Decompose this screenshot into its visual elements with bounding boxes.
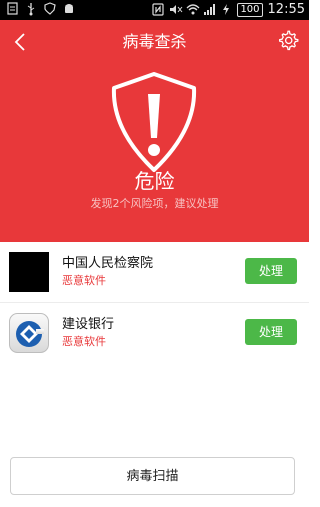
usb-icon xyxy=(25,2,37,16)
clock: 12:55 xyxy=(267,2,305,17)
black-square-app-icon xyxy=(9,252,49,292)
virus-scan-button[interactable]: 病毒扫描 xyxy=(10,457,295,495)
handle-button[interactable]: 处理 xyxy=(245,258,297,284)
risk-item: 中国人民检察院 恶意软件 处理 xyxy=(0,242,309,302)
app-name: 中国人民检察院 xyxy=(62,256,154,271)
danger-header: 病毒查杀 危险 发现2个风险项，建议处理 xyxy=(0,20,309,242)
signal-icon xyxy=(203,3,216,17)
app-name: 建设银行 xyxy=(62,317,115,332)
ccb-app-icon xyxy=(9,313,49,353)
mute-icon xyxy=(169,3,183,17)
nfc-icon xyxy=(152,3,165,17)
shield-status-icon xyxy=(44,2,56,16)
risk-tag: 恶意软件 xyxy=(62,274,106,287)
wifi-icon xyxy=(186,3,200,17)
handle-button[interactable]: 处理 xyxy=(245,319,297,345)
danger-status: 危险 xyxy=(134,169,175,193)
risk-summary: 发现2个风险项，建议处理 xyxy=(90,197,219,210)
page-title: 病毒查杀 xyxy=(122,32,187,51)
android-icon xyxy=(63,2,75,16)
battery-indicator: 100 xyxy=(237,3,263,17)
danger-shield-icon xyxy=(110,70,198,176)
status-bar-left xyxy=(6,2,75,16)
status-bar-right: 100 12:55 xyxy=(152,1,305,19)
risk-tag: 恶意软件 xyxy=(62,335,106,348)
charging-icon xyxy=(220,3,232,17)
status-bar: 100 12:55 xyxy=(0,0,309,20)
settings-button[interactable] xyxy=(277,29,299,51)
risk-item: 建设银行 恶意软件 处理 xyxy=(0,302,309,363)
risk-list: 中国人民检察院 恶意软件 处理 建设银行 恶意软件 处理 xyxy=(0,242,309,363)
gear-icon xyxy=(279,30,299,51)
notification-icon xyxy=(6,2,18,16)
